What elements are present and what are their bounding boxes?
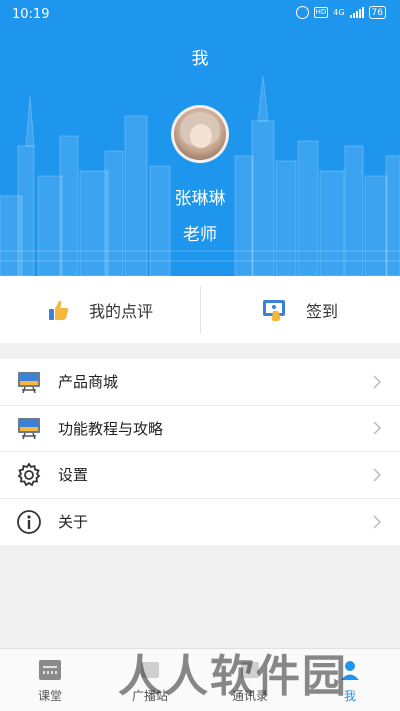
status-bar: 10:19 HD 4G 76 (0, 0, 400, 30)
tab-label: 课堂 (37, 689, 62, 703)
menu-item-about[interactable]: 关于 (0, 499, 400, 546)
checkin-button[interactable]: 签到 (200, 276, 400, 343)
me-icon (341, 661, 359, 680)
my-reviews-label: 我的点评 (88, 301, 153, 321)
tab-me[interactable]: 我 (300, 649, 400, 711)
broadcast-icon (141, 662, 159, 678)
classroom-icon (39, 660, 61, 680)
avatar[interactable] (171, 105, 229, 163)
menu-item-settings[interactable]: 设置 (0, 452, 400, 499)
tab-contacts[interactable]: 通讯录 (200, 649, 300, 711)
info-icon (16, 509, 42, 535)
monitor-icon (16, 369, 42, 395)
gear-icon (16, 462, 42, 488)
menu-label: 产品商城 (58, 373, 119, 392)
chevron-right-icon (373, 468, 382, 482)
user-name: 张琳琳 (174, 189, 226, 209)
checkin-icon (262, 299, 285, 321)
contacts-icon (241, 662, 259, 678)
chevron-right-icon (373, 515, 382, 529)
tab-label: 我 (343, 689, 356, 703)
menu-item-tutorials[interactable]: 功能教程与攻略 (0, 406, 400, 452)
menu-label: 关于 (58, 513, 89, 532)
thumbs-up-icon (48, 300, 69, 320)
hd-badge: HD (313, 7, 329, 18)
tab-broadcast[interactable]: 广播站 (100, 649, 200, 711)
action-divider (200, 286, 201, 333)
network-type: 4G (333, 7, 345, 17)
tab-label: 通讯录 (231, 689, 268, 703)
signal-icon (349, 7, 364, 18)
monitor-icon (16, 415, 42, 441)
menu-label: 设置 (58, 466, 89, 485)
alarm-icon (295, 6, 309, 19)
page-title: 我 (191, 49, 209, 69)
profile-header: 10:19 HD 4G 76 我 张琳琳 老师 (0, 0, 400, 276)
menu-label: 功能教程与攻略 (58, 419, 164, 438)
menu-item-product-mall[interactable]: 产品商城 (0, 359, 400, 406)
bottom-tab-bar: 课堂 广播站 通讯录 我 (0, 648, 400, 711)
quick-actions: 我的点评 签到 (0, 276, 400, 343)
checkin-label: 签到 (305, 301, 338, 321)
status-time: 10:19 (12, 7, 50, 22)
my-reviews-button[interactable]: 我的点评 (0, 276, 200, 343)
settings-menu: 产品商城 功能教程与攻略 设置 关于 (0, 359, 400, 545)
user-role: 老师 (183, 225, 217, 245)
chevron-right-icon (373, 375, 382, 389)
tab-classroom[interactable]: 课堂 (0, 649, 100, 711)
chevron-right-icon (373, 421, 382, 435)
battery-icon: 76 (368, 6, 386, 19)
tab-label: 广播站 (131, 689, 168, 703)
